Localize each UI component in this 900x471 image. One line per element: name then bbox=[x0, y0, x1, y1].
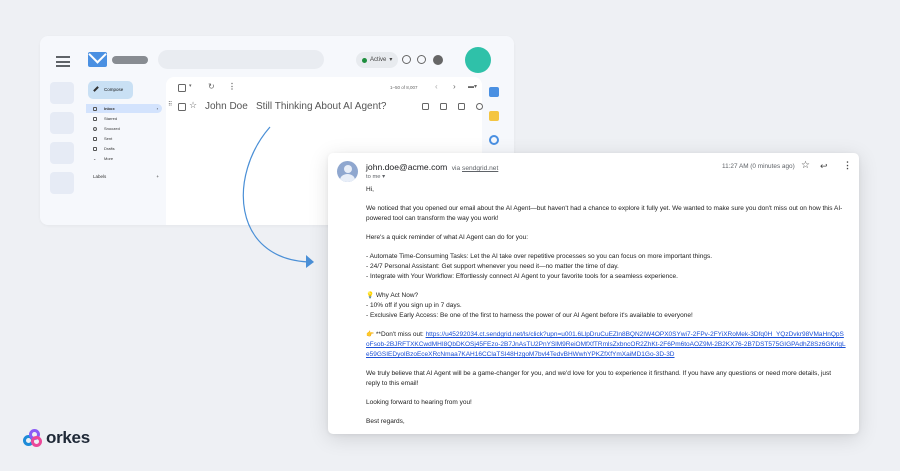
mark-unread-icon[interactable] bbox=[458, 103, 465, 110]
dont-miss-prefix: 👉 **Don't miss out: bbox=[366, 331, 426, 338]
sidebar-item-inbox[interactable]: Inbox › bbox=[86, 104, 162, 113]
draft-icon bbox=[93, 146, 97, 151]
account-avatar[interactable] bbox=[465, 47, 491, 73]
more-vert-icon[interactable]: ⋮ bbox=[228, 83, 236, 91]
drag-handle-icon[interactable]: ⠿ bbox=[168, 102, 172, 108]
nav-label: Drafts bbox=[104, 146, 115, 151]
row-sender: John Doe bbox=[205, 101, 248, 112]
reminder-heading: Here's a quick reminder of what AI Agent… bbox=[366, 234, 529, 241]
menu-icon[interactable] bbox=[56, 56, 70, 67]
sender-avatar bbox=[337, 161, 358, 182]
rail-mail-tile[interactable] bbox=[50, 82, 74, 104]
labels-heading: Labels bbox=[93, 174, 107, 179]
chevron-down-icon: ▾ bbox=[382, 174, 386, 180]
dont-miss-paragraph: 👉 **Don't miss out: https://u45292034.ct… bbox=[366, 330, 846, 360]
via-word: via bbox=[451, 165, 461, 172]
calendar-icon[interactable] bbox=[489, 87, 499, 97]
archive-icon[interactable] bbox=[422, 103, 429, 110]
gear-icon[interactable] bbox=[417, 55, 426, 64]
refresh-icon[interactable]: ↻ bbox=[208, 83, 215, 91]
status-dot-icon bbox=[362, 57, 367, 63]
closing-line: Looking forward to hearing from you! bbox=[366, 399, 472, 406]
pencil-icon bbox=[93, 86, 99, 92]
tasks-icon[interactable] bbox=[489, 135, 499, 145]
inbox-toolbar: ▾ ↻ ⋮ 1–50 of 8,007 ‹ › ▬▾ bbox=[166, 77, 482, 99]
inbox-icon bbox=[93, 106, 97, 111]
row-subject: Still Thinking About AI Agent? bbox=[256, 101, 387, 112]
sidebar-item-sent[interactable]: Sent bbox=[86, 134, 162, 143]
pagination-label: 1–50 of 8,007 bbox=[390, 85, 418, 90]
why-heading: 💡 Why Act Now? bbox=[366, 292, 419, 299]
sidebar-item-starred[interactable]: Starred bbox=[86, 114, 162, 123]
orkes-mark-icon bbox=[23, 428, 43, 448]
greeting: Hi, bbox=[366, 186, 374, 193]
labels-section: Labels + bbox=[93, 174, 159, 179]
email-message-card: john.doe@acme.com via sendgrid.net to me… bbox=[328, 153, 859, 434]
email-timestamp: 11:27 AM (0 minutes ago) bbox=[722, 163, 795, 170]
rail-chat-tile[interactable] bbox=[50, 112, 74, 134]
sidebar-item-snoozed[interactable]: Snoozed bbox=[86, 124, 162, 133]
sidebar-item-more[interactable]: ⌄ More bbox=[86, 154, 162, 163]
bullet-item: - Automate Time-Consuming Tasks: Let the… bbox=[366, 253, 712, 260]
status-chip[interactable]: Active ▾ bbox=[356, 52, 399, 68]
compose-button[interactable]: Compose bbox=[88, 81, 133, 99]
help-icon[interactable] bbox=[402, 55, 411, 64]
nav-label: Inbox bbox=[104, 106, 115, 111]
chevron-down-icon[interactable]: ▾ bbox=[189, 84, 192, 89]
star-icon bbox=[93, 116, 97, 121]
snooze-icon[interactable] bbox=[476, 103, 483, 110]
gmail-logo-icon[interactable] bbox=[88, 52, 107, 67]
rail-spaces-tile[interactable] bbox=[50, 142, 74, 164]
add-label-button[interactable]: + bbox=[156, 174, 159, 179]
reply-icon[interactable]: ↩ bbox=[820, 162, 828, 171]
clock-icon bbox=[93, 126, 97, 131]
recipient-line[interactable]: to me ▾ bbox=[366, 174, 385, 180]
intro-paragraph: We noticed that you opened our email abo… bbox=[366, 205, 843, 222]
select-all-checkbox[interactable] bbox=[178, 84, 186, 92]
star-icon[interactable]: ☆ bbox=[801, 161, 810, 171]
keep-icon[interactable] bbox=[489, 111, 499, 121]
nav-label: Starred bbox=[104, 116, 118, 121]
tracking-link[interactable]: https://u45292034.ct.sendgrid.net/ls/cli… bbox=[366, 331, 846, 358]
chevron-down-icon: ⌄ bbox=[93, 156, 97, 161]
chevron-left-icon[interactable]: ‹ bbox=[435, 83, 438, 91]
density-icon[interactable]: ▬▾ bbox=[468, 84, 477, 90]
rail-meet-tile[interactable] bbox=[50, 172, 74, 194]
orkes-wordmark: orkes bbox=[46, 428, 90, 447]
sender-line: john.doe@acme.com via sendgrid.net bbox=[366, 162, 498, 172]
belief-paragraph: We truly believe that AI Agent will be a… bbox=[366, 370, 832, 387]
why-item: - Exclusive Early Access: Be one of the … bbox=[366, 312, 693, 319]
row-checkbox[interactable] bbox=[178, 103, 186, 111]
bullet-item: - 24/7 Personal Assistant: Get support w… bbox=[366, 263, 619, 270]
email-body: Hi, We noticed that you opened our email… bbox=[366, 185, 846, 427]
chevron-right-icon: › bbox=[156, 106, 158, 111]
gmail-wordmark-placeholder bbox=[112, 56, 148, 64]
apps-icon[interactable] bbox=[433, 55, 443, 65]
nav-label: Snoozed bbox=[104, 126, 120, 131]
chevron-right-icon[interactable]: › bbox=[453, 83, 456, 91]
why-item: - 10% off if you sign up in 7 days. bbox=[366, 302, 462, 309]
arrow-head bbox=[306, 255, 314, 268]
email-row[interactable]: ⠿ ☆ John Doe Still Thinking About AI Age… bbox=[166, 99, 483, 115]
send-icon bbox=[93, 136, 97, 141]
sign-off: Best regards, bbox=[366, 418, 405, 425]
chevron-down-icon: ▾ bbox=[389, 57, 393, 63]
nav-label: Sent bbox=[104, 136, 113, 141]
compose-label: Compose bbox=[104, 87, 124, 92]
via-label: via sendgrid.net bbox=[452, 165, 499, 172]
orkes-logo: orkes bbox=[23, 428, 90, 448]
star-icon[interactable]: ☆ bbox=[189, 101, 197, 110]
status-label: Active bbox=[370, 57, 387, 63]
via-domain[interactable]: sendgrid.net bbox=[462, 165, 498, 172]
sender-address[interactable]: john.doe@acme.com bbox=[366, 162, 447, 172]
search-bar[interactable] bbox=[158, 50, 324, 69]
to-me-label: to me bbox=[366, 174, 381, 180]
nav-label: More bbox=[104, 156, 114, 161]
bullet-item: - Integrate with Your Workflow: Effortle… bbox=[366, 273, 678, 280]
delete-icon[interactable] bbox=[440, 103, 447, 110]
sidebar-item-drafts[interactable]: Drafts bbox=[86, 144, 162, 153]
more-vert-icon[interactable]: ⋮ bbox=[843, 161, 852, 170]
